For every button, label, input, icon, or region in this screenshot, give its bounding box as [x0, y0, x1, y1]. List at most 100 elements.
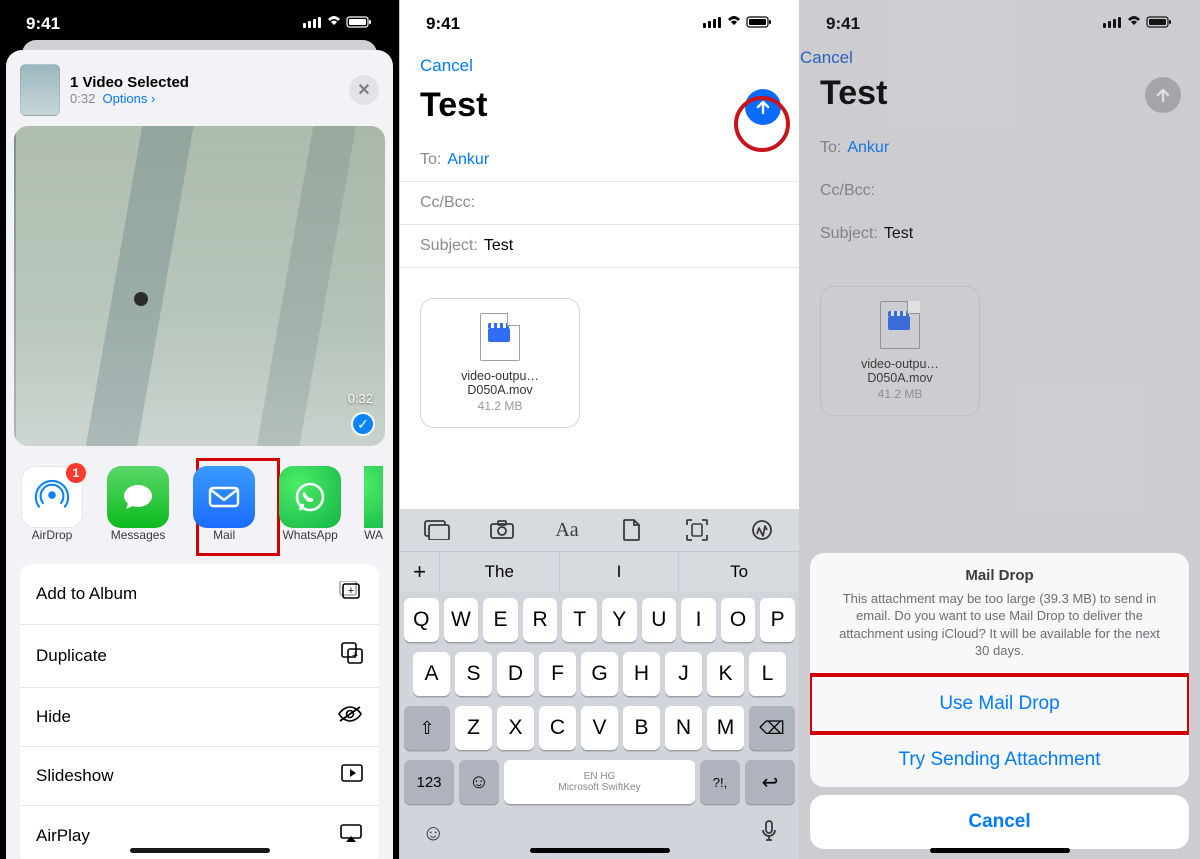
- sheet-cancel-button[interactable]: Cancel: [810, 795, 1189, 849]
- add-to-album-row[interactable]: Add to Album +: [20, 564, 379, 625]
- scan-tool-icon[interactable]: [680, 517, 714, 543]
- shift-key[interactable]: ⇧: [404, 706, 450, 750]
- punctuation-key[interactable]: ?!,: [700, 760, 740, 804]
- key-s[interactable]: S: [455, 652, 492, 696]
- selection-check-icon[interactable]: ✓: [351, 412, 375, 436]
- album-icon: +: [339, 581, 363, 607]
- subject-large-title: Test: [400, 80, 507, 139]
- to-field[interactable]: To: Ankur: [400, 139, 799, 182]
- airdrop-badge: 1: [66, 463, 86, 483]
- send-highlight-annotation: [734, 96, 790, 152]
- wa-app-partial[interactable]: WA: [364, 466, 383, 542]
- format-tool-icon[interactable]: Aa: [550, 517, 584, 543]
- key-d[interactable]: D: [497, 652, 534, 696]
- space-key[interactable]: EN HG Microsoft SwiftKey: [504, 760, 695, 804]
- photos-tool-icon[interactable]: [420, 517, 454, 543]
- key-row-bottom: 123 ☺ EN HG Microsoft SwiftKey ?!, ↩: [400, 760, 799, 812]
- key-p[interactable]: P: [760, 598, 795, 642]
- suggestion-3[interactable]: To: [679, 552, 799, 592]
- key-v[interactable]: V: [581, 706, 618, 750]
- subject-field[interactable]: Subject: Test: [400, 225, 799, 268]
- document-tool-icon[interactable]: [615, 517, 649, 543]
- airdrop-app[interactable]: 1 AirDrop: [20, 466, 84, 542]
- whatsapp-app[interactable]: WhatsApp: [278, 466, 342, 542]
- key-c[interactable]: C: [539, 706, 576, 750]
- key-row-2: ASDFGHJKL: [404, 652, 795, 696]
- key-t[interactable]: T: [562, 598, 597, 642]
- options-link[interactable]: Options ›: [103, 91, 156, 106]
- suggestion-2[interactable]: I: [560, 552, 680, 592]
- key-h[interactable]: H: [623, 652, 660, 696]
- key-y[interactable]: Y: [602, 598, 637, 642]
- try-sending-button[interactable]: Try Sending Attachment: [810, 733, 1189, 787]
- status-bar: 9:41: [400, 0, 799, 48]
- key-r[interactable]: R: [523, 598, 558, 642]
- key-z[interactable]: Z: [455, 706, 492, 750]
- keyboard: Aa + The I To QWERTYUIOP ASDFGHJKL ⇧ZXCV…: [400, 509, 799, 859]
- backspace-key[interactable]: ⌫: [749, 706, 795, 750]
- close-button[interactable]: ✕: [349, 75, 379, 105]
- markup-tool-icon[interactable]: [745, 517, 779, 543]
- key-i[interactable]: I: [681, 598, 716, 642]
- key-w[interactable]: W: [444, 598, 479, 642]
- hide-icon: [337, 705, 363, 729]
- return-key[interactable]: ↩: [745, 760, 795, 804]
- key-e[interactable]: E: [483, 598, 518, 642]
- key-q[interactable]: Q: [404, 598, 439, 642]
- key-g[interactable]: G: [581, 652, 618, 696]
- adjacent-media-strip[interactable]: [14, 126, 16, 446]
- mic-footer-icon[interactable]: [761, 820, 777, 848]
- mail-icon: [193, 466, 255, 528]
- compose-dimmed: 9:41 Cancel Test To: Ankur Cc/Bcc: Subje…: [800, 0, 1199, 859]
- slideshow-row[interactable]: Slideshow: [20, 747, 379, 806]
- use-mail-drop-button[interactable]: Use Mail Drop: [810, 673, 1189, 735]
- airdrop-label: AirDrop: [32, 528, 73, 542]
- attachment-size: 41.2 MB: [478, 399, 523, 413]
- emoji-key[interactable]: ☺: [459, 760, 499, 804]
- messages-icon: [107, 466, 169, 528]
- messages-app[interactable]: Messages: [106, 466, 170, 542]
- key-m[interactable]: M: [707, 706, 744, 750]
- home-indicator[interactable]: [530, 848, 670, 853]
- mail-drop-action-sheet: Mail Drop This attachment may be too lar…: [810, 553, 1189, 849]
- cancel-button[interactable]: Cancel: [420, 56, 473, 76]
- to-recipient[interactable]: Ankur: [447, 151, 489, 169]
- key-f[interactable]: F: [539, 652, 576, 696]
- status-indicators: [303, 14, 373, 34]
- media-preview[interactable]: 0:32 ✓: [14, 126, 385, 446]
- key-u[interactable]: U: [642, 598, 677, 642]
- key-b[interactable]: B: [623, 706, 660, 750]
- video-file-icon: [480, 313, 520, 361]
- status-time: 9:41: [26, 14, 60, 34]
- duplicate-row[interactable]: Duplicate +: [20, 625, 379, 688]
- key-o[interactable]: O: [721, 598, 756, 642]
- key-a[interactable]: A: [413, 652, 450, 696]
- key-n[interactable]: N: [665, 706, 702, 750]
- share-screen: 9:41 1 Video Selected 0:32 Options › ✕ 0…: [0, 0, 400, 859]
- home-indicator[interactable]: [130, 848, 270, 853]
- share-sheet: 1 Video Selected 0:32 Options › ✕ 0:32 ✓…: [6, 50, 393, 859]
- wa-icon: [364, 466, 383, 528]
- whatsapp-label: WhatsApp: [282, 528, 337, 542]
- ccbcc-field[interactable]: Cc/Bcc:: [400, 182, 799, 225]
- camera-tool-icon[interactable]: [485, 517, 519, 543]
- key-x[interactable]: X: [497, 706, 534, 750]
- emoji-footer-icon[interactable]: ☺: [422, 820, 444, 848]
- hide-row[interactable]: Hide: [20, 688, 379, 747]
- action-list: Add to Album + Duplicate + Hide Slidesho…: [20, 564, 379, 859]
- home-indicator[interactable]: [930, 848, 1070, 853]
- key-row-3: ⇧ZXCVBNM⌫: [404, 706, 795, 750]
- attachment-box[interactable]: video-outpu…D050A.mov 41.2 MB: [420, 298, 580, 428]
- preview-content: [134, 292, 148, 306]
- key-j[interactable]: J: [665, 652, 702, 696]
- duration-badge: 0:32: [348, 391, 373, 406]
- key-l[interactable]: L: [749, 652, 786, 696]
- 123-key[interactable]: 123: [404, 760, 454, 804]
- suggestion-plus[interactable]: +: [400, 552, 440, 592]
- svg-text:+: +: [352, 650, 358, 662]
- key-k[interactable]: K: [707, 652, 744, 696]
- keyboard-toolbar: Aa: [400, 509, 799, 551]
- whatsapp-icon: [279, 466, 341, 528]
- status-indicators: [703, 14, 773, 34]
- suggestion-1[interactable]: The: [440, 552, 560, 592]
